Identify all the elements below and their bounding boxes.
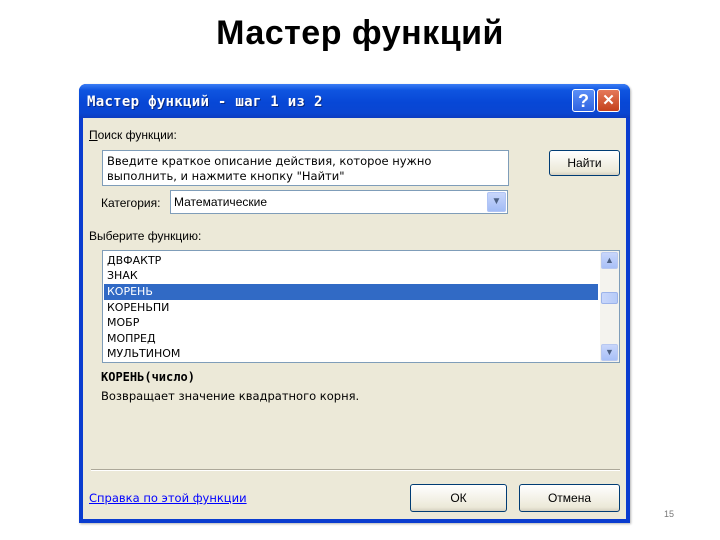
list-item[interactable]: ДВФАКТР [104,253,598,269]
close-button[interactable]: ✕ [597,89,620,112]
category-select-value: Математические [174,195,267,209]
list-item[interactable]: МОПРЕД [104,331,598,347]
help-link[interactable]: Справка по этой функции [89,491,247,505]
search-input[interactable]: Введите краткое описание действия, котор… [102,150,509,186]
dialog-titlebar[interactable]: Мастер функций - шаг 1 из 2 ? ✕ [79,84,630,118]
scroll-up-icon[interactable]: ▲ [601,252,618,269]
search-label: Поиск функции: [89,128,177,142]
category-label: Категория: [101,196,161,210]
list-item[interactable]: МОБР [104,315,598,331]
category-select[interactable]: Математические ▼ [170,190,508,214]
list-item[interactable]: МУЛЬТИНОМ [104,346,598,362]
close-x-icon: ✕ [602,92,615,109]
search-label-text: оиск функции: [97,128,177,142]
ok-button[interactable]: ОК [410,484,507,512]
cancel-button[interactable]: Отмена [519,484,620,512]
function-list-label: Выберите функцию: [89,229,202,243]
help-button[interactable]: ? [572,89,595,112]
list-item-selected[interactable]: КОРЕНЬ [104,284,598,300]
find-button[interactable]: Найти [549,150,620,176]
slide-title: Мастер функций [216,14,504,52]
dialog-body: Поиск функции: Введите краткое описание … [83,118,626,519]
function-signature: КОРЕНЬ(число) [101,370,195,384]
function-wizard-dialog: Мастер функций - шаг 1 из 2 ? ✕ Поиск фу… [79,84,630,523]
function-list[interactable]: ДВФАКТР ЗНАК КОРЕНЬ КОРЕНЬПИ МОБР МОПРЕД… [102,250,620,363]
list-item[interactable]: ЗНАК [104,268,598,284]
scroll-down-icon[interactable]: ▼ [601,344,618,361]
divider [91,469,620,471]
page-number: 15 [664,509,675,519]
chevron-down-icon[interactable]: ▼ [487,192,506,212]
scroll-thumb[interactable] [601,292,618,304]
dialog-title: Мастер функций - шаг 1 из 2 [87,94,323,110]
list-item[interactable]: КОРЕНЬПИ [104,300,598,316]
list-scrollbar[interactable]: ▲ ▼ [600,251,619,362]
question-mark-icon: ? [578,91,589,111]
function-description: Возвращает значение квадратного корня. [101,389,360,403]
